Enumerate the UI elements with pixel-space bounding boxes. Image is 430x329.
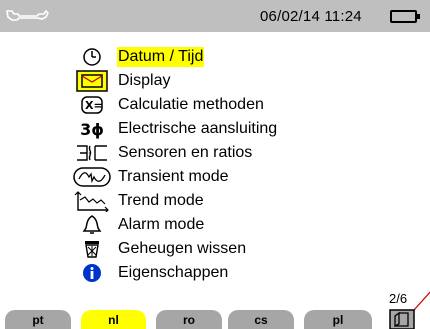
menu-item-label: Eigenschappen bbox=[118, 264, 229, 281]
tab-label: nl bbox=[108, 312, 119, 327]
tab-nl[interactable]: nl bbox=[81, 310, 146, 329]
trash-icon bbox=[72, 237, 112, 261]
menu-item-label: Alarm mode bbox=[118, 216, 205, 233]
wrench-icon bbox=[6, 9, 49, 21]
tab-label: ro bbox=[183, 312, 195, 327]
menu-item-alarm[interactable]: Alarm mode bbox=[0, 213, 430, 237]
menu-item-calculatie[interactable]: X= Calculatie methoden bbox=[0, 93, 430, 117]
sensor-icon bbox=[72, 141, 112, 165]
menu-item-label: Datum / Tijd bbox=[117, 47, 205, 67]
display-icon bbox=[72, 69, 112, 93]
menu-item-display[interactable]: Display bbox=[0, 69, 430, 93]
next-page-icon[interactable] bbox=[389, 309, 415, 329]
menu-item-label: Transient mode bbox=[118, 168, 229, 185]
menu-item-trend[interactable]: Trend mode bbox=[0, 189, 430, 213]
menu-item-label: Trend mode bbox=[118, 192, 204, 209]
page-indicator: 2/6 bbox=[389, 291, 408, 306]
status-bar: 06/02/14 11:24 bbox=[0, 0, 430, 32]
menu-item-transient[interactable]: Transient mode bbox=[0, 165, 430, 189]
battery-icon bbox=[390, 10, 420, 23]
tab-label: cs bbox=[254, 312, 268, 327]
tab-ro[interactable]: ro bbox=[156, 310, 222, 329]
menu-item-geheugen-wissen[interactable]: Geheugen wissen bbox=[0, 237, 430, 261]
clock-icon bbox=[72, 45, 112, 69]
menu-item-label: Electrische aansluiting bbox=[118, 120, 278, 137]
tab-label: pt bbox=[32, 312, 44, 327]
tab-pt[interactable]: pt bbox=[5, 310, 71, 329]
tab-label: pl bbox=[332, 312, 344, 327]
menu-item-datum-tijd[interactable]: Datum / Tijd bbox=[0, 45, 430, 69]
three-phase-glyph: 3ϕ bbox=[80, 119, 104, 139]
bell-icon bbox=[72, 213, 112, 237]
language-tabs: pt nl ro cs pl bbox=[0, 310, 430, 329]
menu-item-label: Sensoren en ratios bbox=[118, 144, 253, 161]
calculation-icon: X= bbox=[72, 93, 112, 117]
date-time: 06/02/14 11:24 bbox=[260, 8, 362, 25]
svg-text:X=: X= bbox=[85, 99, 103, 112]
three-phase-icon: 3ϕ bbox=[72, 117, 112, 141]
transient-icon bbox=[72, 165, 112, 189]
tab-pl[interactable]: pl bbox=[304, 310, 372, 329]
tab-cs[interactable]: cs bbox=[228, 310, 294, 329]
trend-icon bbox=[72, 189, 112, 213]
info-icon bbox=[72, 261, 112, 285]
menu-item-label: Display bbox=[118, 72, 171, 89]
menu-item-eigenschappen[interactable]: Eigenschappen bbox=[0, 261, 430, 285]
menu-item-label: Geheugen wissen bbox=[118, 240, 247, 257]
menu-item-electrische-aansluiting[interactable]: 3ϕ Electrische aansluiting bbox=[0, 117, 430, 141]
menu-item-label: Calculatie methoden bbox=[118, 96, 264, 113]
menu-item-sensoren[interactable]: Sensoren en ratios bbox=[0, 141, 430, 165]
